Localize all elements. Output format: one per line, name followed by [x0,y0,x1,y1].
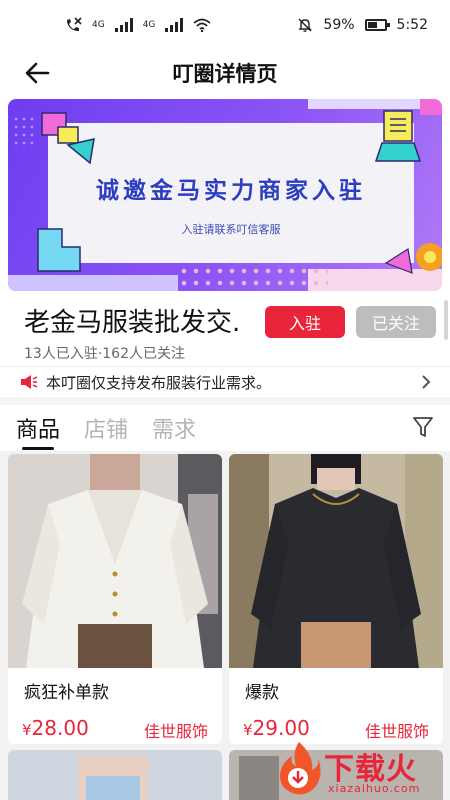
group-stats: 13人已入驻·162人已关注 [24,346,185,362]
product-title: 疯狂补单款 [24,683,109,703]
product-title: 爆款 [245,683,279,703]
notice-text: 本叮圈仅支持发布服装行业需求。 [46,373,272,392]
price-value: 29.00 [252,716,310,740]
follow-button[interactable]: 已关注 [356,306,436,338]
network-type-2: 4G [142,20,156,30]
shop-name[interactable]: 佳世服饰 [365,718,429,742]
scrollbar[interactable] [444,300,448,340]
status-bar: 4G 4G 59% 5:52 [0,0,450,50]
page-title: 叮圈详情页 [172,62,278,86]
product-price: ¥28.00 [22,716,89,740]
product-price: ¥29.00 [243,716,310,740]
product-image [229,454,443,668]
tab-bar: 商品 店铺 需求 [0,405,450,451]
section-gap [0,397,450,405]
signal-icon [114,18,133,32]
battery-percent: 59% [323,17,355,33]
tab-demands[interactable]: 需求 [152,412,196,444]
speaker-icon [21,375,38,389]
call-forwarding-icon [67,17,82,31]
group-name: 老金马服装批发交. [24,308,241,338]
nav-bar: 叮圈详情页 [0,50,450,96]
banner-ornaments [37,99,442,274]
status-left: 4G 4G [64,17,211,33]
promo-banner[interactable]: 诚邀金马实力商家入驻 入驻请联系叮信客服 [8,99,442,291]
product-card[interactable]: 疯狂补单款 ¥28.00 佳世服饰 [8,454,222,744]
mute-icon [298,18,313,32]
price-value: 28.00 [31,716,89,740]
notice-bar[interactable]: 本叮圈仅支持发布服装行业需求。 [0,367,450,397]
flame-logo [280,742,321,795]
join-button[interactable]: 入驻 [265,306,345,338]
arrow-left-icon[interactable] [22,58,54,88]
tab-products[interactable]: 商品 [16,412,60,450]
status-right: 59% 5:52 [297,17,428,33]
tab-shops[interactable]: 店铺 [84,412,128,444]
watermark: 下载火 xiazaihuo.com [272,740,450,800]
currency-symbol: ¥ [22,721,32,739]
wifi-icon [193,18,211,32]
product-card-next[interactable] [8,750,222,800]
battery-level [367,22,377,28]
product-image [8,454,222,668]
product-card[interactable]: 爆款 ¥29.00 佳世服饰 [229,454,443,744]
chevron-right-icon[interactable] [420,373,432,391]
currency-symbol: ¥ [243,721,253,739]
watermark-url: xiazaihuo.com [328,782,421,795]
clock: 5:52 [396,17,428,33]
signal-icon [165,18,184,32]
network-type-1: 4G [92,20,105,30]
filter-icon[interactable] [412,415,434,439]
battery-icon [364,19,390,31]
shop-name[interactable]: 佳世服饰 [144,718,208,742]
